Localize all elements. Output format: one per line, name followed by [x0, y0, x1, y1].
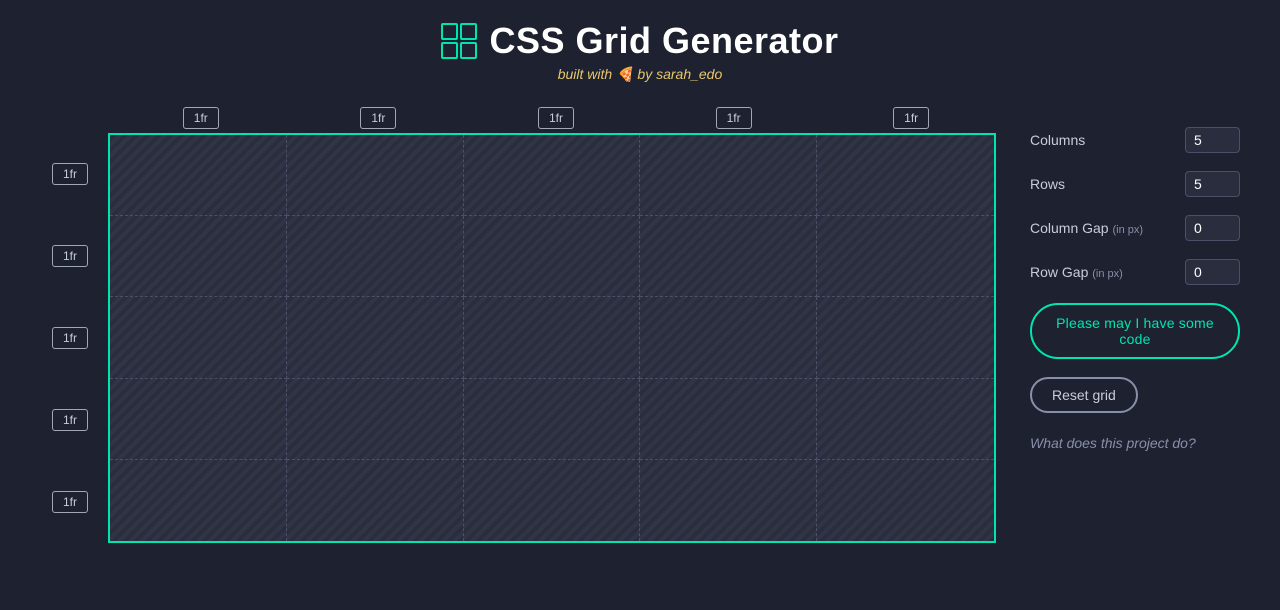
col-label-badge-5: 1fr	[893, 107, 929, 129]
grid-cell	[817, 216, 994, 297]
grid-icon	[441, 23, 477, 59]
row-label-badge-3: 1fr	[52, 327, 88, 349]
grid-cell	[464, 216, 641, 297]
grid-cell	[110, 297, 287, 378]
grid-cell	[464, 135, 641, 216]
rows-label: Rows	[1030, 176, 1065, 192]
grid-cell	[287, 379, 464, 460]
grid-cell	[640, 460, 817, 541]
col-label-badge-1: 1fr	[183, 107, 219, 129]
grid-canvas	[108, 133, 996, 543]
col-gap-label: Column Gap (in px)	[1030, 220, 1143, 236]
row-labels-col: 1fr 1fr 1fr 1fr 1fr	[40, 133, 100, 543]
col-gap-input[interactable]	[1185, 215, 1240, 241]
grid-cell	[817, 460, 994, 541]
col-label-badge-3: 1fr	[538, 107, 574, 129]
row-label-2: 1fr	[40, 215, 100, 297]
header: CSS Grid Generator built with 🍕 by sarah…	[441, 20, 838, 83]
row-label-badge-2: 1fr	[52, 245, 88, 267]
grid-cell	[464, 379, 641, 460]
row-gap-input[interactable]	[1185, 259, 1240, 285]
grid-cell	[110, 379, 287, 460]
col-label-3: 1fr	[467, 107, 645, 129]
columns-input[interactable]	[1185, 127, 1240, 153]
grid-cell	[110, 135, 287, 216]
grid-cell	[287, 460, 464, 541]
grid-cell	[287, 297, 464, 378]
grid-cell	[110, 216, 287, 297]
col-label-5: 1fr	[822, 107, 1000, 129]
rows-input[interactable]	[1185, 171, 1240, 197]
grid-cell	[464, 297, 641, 378]
grid-cell	[640, 379, 817, 460]
grid-cell	[640, 135, 817, 216]
column-labels-row: 1fr 1fr 1fr 1fr 1fr	[112, 107, 1000, 129]
grid-cell	[640, 216, 817, 297]
what-does-text: What does this project do?	[1030, 435, 1240, 451]
col-label-badge-2: 1fr	[360, 107, 396, 129]
grid-section: 1fr 1fr 1fr 1fr 1fr 1fr	[40, 107, 1000, 543]
col-label-2: 1fr	[290, 107, 468, 129]
rows-control-row: Rows	[1030, 171, 1240, 197]
reset-grid-button[interactable]: Reset grid	[1030, 377, 1138, 413]
row-gap-control-row: Row Gap (in px)	[1030, 259, 1240, 285]
controls-panel: Columns Rows Column Gap (in px) Row Gap …	[1030, 107, 1240, 451]
grid-with-row-labels: 1fr 1fr 1fr 1fr 1fr	[40, 133, 996, 543]
col-label-badge-4: 1fr	[716, 107, 752, 129]
row-label-5: 1fr	[40, 461, 100, 543]
grid-cell	[464, 460, 641, 541]
row-label-4: 1fr	[40, 379, 100, 461]
main-content: 1fr 1fr 1fr 1fr 1fr 1fr	[40, 107, 1240, 543]
row-label-3: 1fr	[40, 297, 100, 379]
columns-label: Columns	[1030, 132, 1085, 148]
grid-cell	[640, 297, 817, 378]
grid-cell	[287, 216, 464, 297]
app-title: CSS Grid Generator	[489, 20, 838, 62]
app-container: CSS Grid Generator built with 🍕 by sarah…	[0, 0, 1280, 543]
header-title-row: CSS Grid Generator	[441, 20, 838, 62]
col-label-1: 1fr	[112, 107, 290, 129]
subtitle: built with 🍕 by sarah_edo	[558, 66, 723, 83]
get-code-button[interactable]: Please may I have some code	[1030, 303, 1240, 359]
row-label-badge-1: 1fr	[52, 163, 88, 185]
row-label-badge-5: 1fr	[52, 491, 88, 513]
grid-cell	[110, 460, 287, 541]
row-label-badge-4: 1fr	[52, 409, 88, 431]
grid-cell	[287, 135, 464, 216]
grid-cell	[817, 379, 994, 460]
grid-cell	[817, 297, 994, 378]
col-label-4: 1fr	[645, 107, 823, 129]
columns-control-row: Columns	[1030, 127, 1240, 153]
grid-cell	[817, 135, 994, 216]
col-gap-control-row: Column Gap (in px)	[1030, 215, 1240, 241]
row-gap-label: Row Gap (in px)	[1030, 264, 1123, 280]
row-label-1: 1fr	[40, 133, 100, 215]
